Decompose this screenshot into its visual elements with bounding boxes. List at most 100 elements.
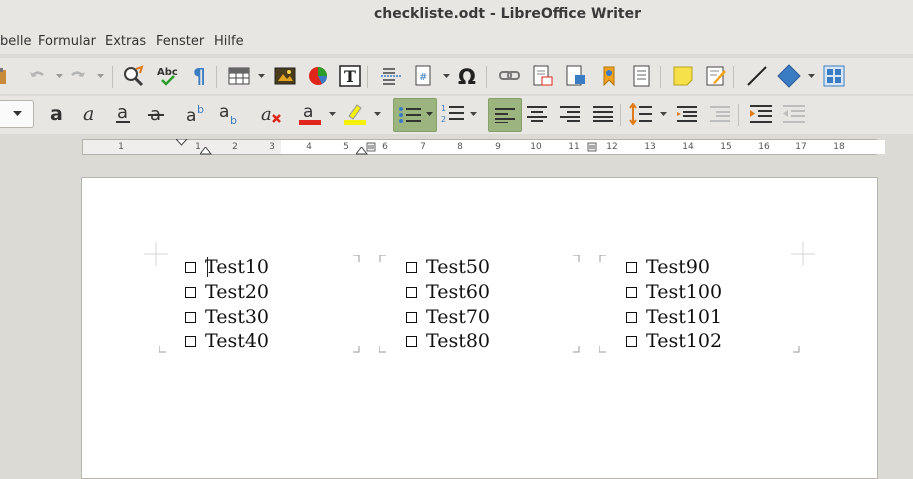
- line-spacing-icon[interactable]: [628, 101, 654, 127]
- unordered-list-button[interactable]: [393, 98, 437, 132]
- checklist-item[interactable]: Test80: [406, 330, 490, 352]
- superscript-icon[interactable]: ab: [184, 101, 210, 127]
- clear-formatting-icon[interactable]: a: [258, 101, 284, 127]
- highlight-color-icon[interactable]: [342, 101, 368, 127]
- checklist-item-label: Test80: [426, 330, 491, 352]
- spellcheck-icon[interactable]: Abc: [155, 63, 181, 89]
- ruler-label: 3: [269, 142, 275, 152]
- insert-comment-icon[interactable]: [670, 63, 696, 89]
- insert-bookmark-icon[interactable]: [597, 63, 623, 89]
- menu-bar: belle Formular Extras Fenster Hilfe: [0, 30, 913, 54]
- redo-icon[interactable]: [65, 63, 91, 89]
- insert-image-icon[interactable]: [272, 63, 298, 89]
- numbered-list-dropdown-icon[interactable]: [469, 101, 477, 127]
- font-color-dropdown-icon[interactable]: [328, 101, 336, 127]
- numbered-list-icon[interactable]: 12: [440, 101, 466, 127]
- checkbox-icon[interactable]: [626, 286, 637, 298]
- decrease-indent-icon[interactable]: [781, 101, 807, 127]
- insert-field-icon[interactable]: #: [411, 63, 437, 89]
- insert-footnote-icon[interactable]: [530, 63, 556, 89]
- menu-formular[interactable]: Formular: [38, 34, 96, 49]
- subscript-icon[interactable]: ab: [217, 101, 243, 127]
- checkbox-icon[interactable]: [406, 286, 417, 298]
- margin-corner-marker-icon: [144, 242, 168, 266]
- checklist-item[interactable]: Test10: [185, 256, 269, 278]
- draw-functions-icon[interactable]: [821, 63, 847, 89]
- checklist-item[interactable]: Test40: [185, 330, 269, 352]
- column-separator-icon[interactable]: [587, 142, 597, 152]
- find-replace-icon[interactable]: [120, 63, 146, 89]
- section-corner-marker-icon: [599, 346, 606, 353]
- insert-table-dropdown-icon[interactable]: [257, 63, 265, 89]
- ruler-label: 9: [495, 142, 501, 152]
- document-page[interactable]: Test10 Test20 Test30 Test40 Test50 Test6…: [81, 177, 878, 479]
- checkbox-icon[interactable]: [626, 261, 637, 273]
- checkbox-icon[interactable]: [185, 261, 196, 273]
- basic-shapes-dropdown-icon[interactable]: [807, 63, 815, 89]
- underline-icon[interactable]: a: [110, 101, 136, 127]
- decrease-paragraph-spacing-icon[interactable]: [707, 101, 733, 127]
- checklist-item[interactable]: Test30: [185, 306, 269, 328]
- insert-page-break-icon[interactable]: [378, 63, 404, 89]
- increase-paragraph-spacing-icon[interactable]: [674, 101, 700, 127]
- align-left-button[interactable]: [488, 98, 522, 132]
- checklist-item[interactable]: Test100: [626, 281, 722, 303]
- menu-extras[interactable]: Extras: [105, 34, 146, 49]
- insert-chart-icon[interactable]: [305, 63, 331, 89]
- insert-table-icon[interactable]: [226, 63, 252, 89]
- svg-text:a: a: [50, 103, 63, 125]
- align-right-icon[interactable]: [557, 101, 583, 127]
- insert-hyperlink-icon[interactable]: [497, 63, 523, 89]
- checkbox-icon[interactable]: [185, 311, 196, 323]
- checklist-item[interactable]: Test20: [185, 281, 269, 303]
- menu-tabelle[interactable]: belle: [0, 34, 31, 49]
- italic-icon[interactable]: a: [77, 101, 103, 127]
- checklist-item[interactable]: Test50: [406, 256, 490, 278]
- svg-text:a: a: [83, 103, 94, 125]
- line-spacing-dropdown-icon[interactable]: [659, 101, 667, 127]
- align-center-icon[interactable]: [524, 101, 550, 127]
- bold-icon[interactable]: a: [44, 101, 70, 127]
- checklist-item-label: Test100: [646, 281, 723, 303]
- column-separator-icon[interactable]: [366, 142, 376, 152]
- checklist-item[interactable]: Test102: [626, 330, 722, 352]
- paste-icon[interactable]: [0, 63, 12, 89]
- menu-fenster[interactable]: Fenster: [156, 34, 204, 49]
- menu-hilfe[interactable]: Hilfe: [214, 34, 244, 49]
- font-size-combo[interactable]: [0, 100, 34, 128]
- track-changes-icon[interactable]: [703, 63, 729, 89]
- insert-field-dropdown-icon[interactable]: [442, 63, 450, 89]
- formatting-marks-icon[interactable]: ¶: [187, 63, 213, 89]
- first-line-indent-marker-icon[interactable]: [176, 139, 188, 146]
- font-color-icon[interactable]: a: [297, 101, 323, 127]
- insert-textbox-icon[interactable]: T: [337, 63, 363, 89]
- checkbox-icon[interactable]: [406, 311, 417, 323]
- left-indent-marker-icon[interactable]: [200, 147, 212, 155]
- checkbox-icon[interactable]: [626, 311, 637, 323]
- insert-caption-icon[interactable]: [629, 63, 655, 89]
- align-left-icon: [495, 108, 515, 123]
- strikethrough-icon[interactable]: a: [143, 101, 169, 127]
- insert-line-icon[interactable]: [744, 63, 770, 89]
- checkbox-icon[interactable]: [626, 335, 637, 347]
- special-character-icon[interactable]: Ω: [455, 63, 481, 89]
- checkbox-icon[interactable]: [185, 335, 196, 347]
- checklist-item[interactable]: Test60: [406, 281, 490, 303]
- svg-text:Ω: Ω: [458, 65, 476, 87]
- undo-icon[interactable]: [24, 63, 50, 89]
- justify-icon[interactable]: [590, 101, 616, 127]
- checkbox-icon[interactable]: [185, 286, 196, 298]
- checkbox-icon[interactable]: [406, 261, 417, 273]
- checkbox-icon[interactable]: [406, 335, 417, 347]
- redo-dropdown-icon[interactable]: [96, 63, 104, 89]
- checklist-item[interactable]: Test70: [406, 306, 490, 328]
- checklist-item[interactable]: Test101: [626, 306, 722, 328]
- checklist-item[interactable]: Test90: [626, 256, 710, 278]
- highlight-color-dropdown-icon[interactable]: [373, 101, 381, 127]
- undo-dropdown-icon[interactable]: [55, 63, 63, 89]
- increase-indent-icon[interactable]: [748, 101, 774, 127]
- ruler-bar[interactable]: 1 1 2 3 4 5 6 7 8 9 10 11 12 13 14 15 16…: [82, 139, 885, 155]
- basic-shapes-icon[interactable]: [776, 63, 802, 89]
- insert-cross-reference-icon[interactable]: [563, 63, 589, 89]
- checklist-item-label: Test40: [205, 330, 270, 352]
